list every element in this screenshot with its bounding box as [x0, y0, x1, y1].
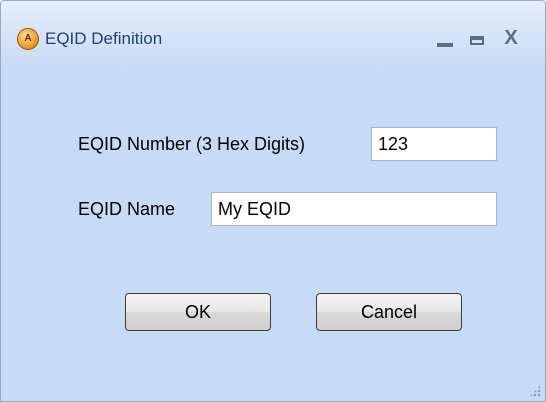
maximize-button[interactable] [460, 23, 494, 53]
eqid-number-input[interactable] [371, 127, 497, 161]
title-bar[interactable]: A EQID Definition X [1, 1, 545, 67]
resize-grip-icon[interactable] [529, 385, 541, 397]
close-icon: X [504, 26, 518, 49]
dialog-window: A EQID Definition X EQID Number (3 Hex D… [0, 0, 546, 402]
cancel-button[interactable]: Cancel [316, 293, 462, 331]
eqid-name-label: EQID Name [78, 199, 176, 219]
minimize-icon [437, 43, 453, 47]
ok-button[interactable]: OK [125, 293, 271, 331]
window-title: EQID Definition [45, 29, 163, 48]
maximize-icon [470, 35, 484, 45]
eqid-name-input[interactable] [211, 192, 497, 226]
app-logo-icon: A [17, 28, 39, 50]
minimize-button[interactable] [428, 23, 462, 53]
close-button[interactable]: X [494, 23, 528, 53]
eqid-number-label: EQID Number (3 Hex Digits) [78, 134, 306, 154]
